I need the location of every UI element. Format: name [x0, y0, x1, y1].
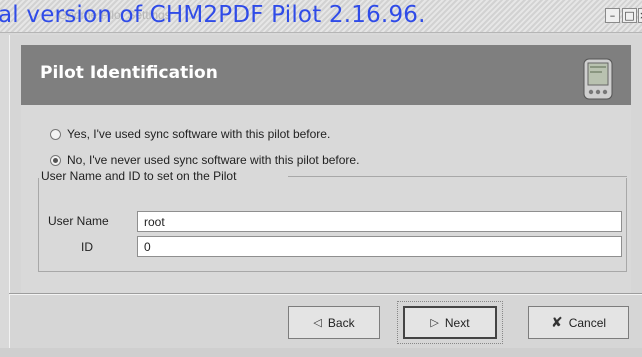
- next-arrow-icon: ▷: [430, 317, 439, 329]
- back-button[interactable]: ◁ Back: [288, 306, 380, 339]
- user-name-label: User Name: [48, 214, 109, 228]
- close-button[interactable]: ×: [638, 8, 642, 23]
- title-bar[interactable]: Gnome Pilot Settings al version of CHM2P…: [0, 0, 642, 33]
- radio-checked-icon[interactable]: [50, 154, 61, 166]
- next-button-label: Next: [444, 315, 470, 330]
- cancel-icon: ✘: [550, 314, 563, 330]
- window-bottom-edge: [0, 348, 642, 357]
- radio-never-used-label: No, I've never used sync software with t…: [67, 153, 360, 167]
- cancel-button-label: Cancel: [568, 315, 607, 330]
- radio-never-used[interactable]: No, I've never used sync software with t…: [50, 153, 359, 167]
- group-divider: [288, 176, 627, 177]
- cancel-button[interactable]: ✘ Cancel: [528, 306, 629, 339]
- page-title: Pilot Identification: [40, 63, 218, 83]
- group-label: User Name and ID to set on the Pilot: [41, 169, 237, 183]
- palm-pilot-icon: [583, 58, 613, 100]
- user-name-input[interactable]: root: [137, 211, 622, 232]
- button-separator: [9, 293, 642, 295]
- minimize-button[interactable]: –: [605, 8, 620, 23]
- radio-unchecked-icon[interactable]: [50, 128, 61, 140]
- back-button-label: Back: [327, 315, 355, 330]
- id-label: ID: [81, 240, 93, 254]
- id-input[interactable]: 0: [137, 236, 622, 257]
- radio-used-before[interactable]: Yes, I've used sync software with this p…: [50, 127, 330, 141]
- next-button[interactable]: ▷ Next: [403, 306, 497, 339]
- back-arrow-icon: ◁: [313, 317, 322, 329]
- maximize-button[interactable]: □: [622, 8, 637, 23]
- radio-used-before-label: Yes, I've used sync software with this p…: [67, 127, 331, 141]
- watermark-text: al version of CHM2PDF Pilot 2.16.96.: [0, 2, 426, 28]
